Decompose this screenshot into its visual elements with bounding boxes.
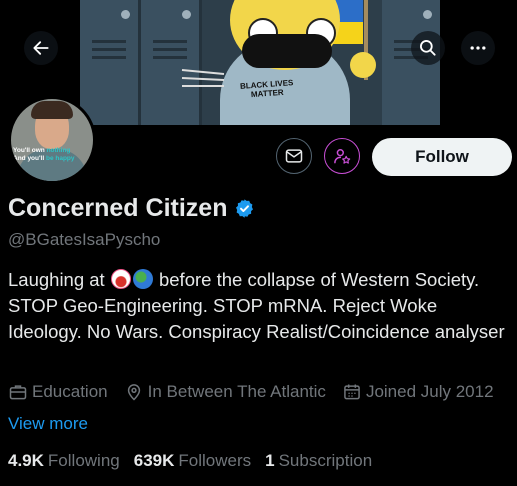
briefcase-icon (9, 385, 27, 400)
profile-stats: 4.9K Following 639K Followers 1 Subscrip… (8, 451, 386, 471)
subscribe-button[interactable] (324, 138, 360, 174)
joined-item: Joined July 2012 (342, 382, 494, 402)
location-pin-icon (127, 384, 140, 401)
arrow-left-icon (33, 41, 49, 55)
avatar-caption: You'll own nothing And you'll be happy (13, 147, 75, 162)
category-item: Education (8, 382, 108, 402)
bio: Laughing at before the collapse of Weste… (8, 267, 508, 345)
face-mask (242, 34, 332, 68)
calendar-icon (344, 384, 360, 400)
arrows-graphic (181, 69, 225, 87)
display-name: Concerned Citizen (8, 194, 228, 222)
search-button[interactable] (411, 31, 445, 65)
bio-prefix: Laughing at (8, 269, 105, 290)
banner-locker (80, 0, 141, 125)
message-button[interactable] (276, 138, 312, 174)
following-count: 4.9K (8, 451, 44, 470)
display-name-row: Concerned Citizen (8, 194, 255, 223)
followers-link[interactable]: 639K Followers (134, 451, 251, 471)
person-star-icon (334, 149, 351, 164)
avatar[interactable]: You'll own nothing And you'll be happy (8, 96, 96, 184)
location-item: In Between The Atlantic (124, 382, 326, 402)
globe-emoji (132, 269, 153, 289)
back-button[interactable] (24, 31, 58, 65)
mail-icon (285, 149, 303, 163)
followers-label: Followers (178, 451, 252, 470)
user-handle: @BGatesIsaPyscho (8, 230, 161, 249)
more-horizontal-icon (470, 46, 486, 50)
following-label: Following (47, 451, 120, 470)
clown-emoji (110, 269, 131, 289)
subscriptions-link[interactable]: 1 Subscription (265, 451, 372, 471)
profile-meta: Education In Between The Atlantic Joined… (8, 382, 510, 402)
view-more-link[interactable]: View more (8, 414, 88, 434)
more-button[interactable] (461, 31, 495, 65)
subscriptions-label: Subscription (278, 451, 373, 470)
location-text: In Between The Atlantic (147, 382, 326, 401)
followers-count: 639K (133, 451, 175, 470)
verified-badge-icon[interactable] (234, 198, 255, 219)
category-text: Education (32, 382, 108, 401)
subscriptions-count: 1 (265, 451, 275, 470)
following-link[interactable]: 4.9K Following (8, 451, 120, 471)
search-icon (420, 40, 436, 56)
profile-banner[interactable]: BLACK LIVES MATTER (80, 0, 440, 125)
follow-button[interactable]: Follow (372, 138, 512, 176)
joined-text: Joined July 2012 (365, 382, 494, 401)
